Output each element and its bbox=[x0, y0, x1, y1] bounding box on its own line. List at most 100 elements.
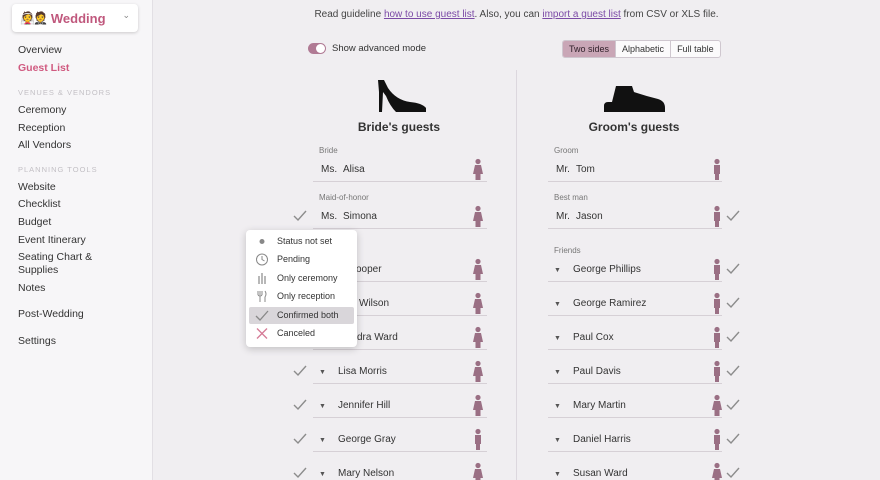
sidebar-item-website[interactable]: Website bbox=[18, 181, 56, 193]
guest-name[interactable]: dra Ward bbox=[357, 332, 398, 343]
sidebar-item-settings[interactable]: Settings bbox=[18, 335, 56, 347]
view-full-table[interactable]: Full table bbox=[670, 41, 720, 57]
triangle-down-icon[interactable]: ▼ bbox=[554, 403, 561, 410]
female-person-icon[interactable] bbox=[471, 292, 485, 316]
female-person-icon[interactable] bbox=[710, 462, 724, 480]
female-person-icon[interactable] bbox=[471, 394, 485, 418]
title-prefix[interactable]: Ms. bbox=[321, 211, 337, 222]
male-person-icon[interactable] bbox=[710, 360, 724, 384]
advanced-mode-toggle[interactable]: Show advanced mode bbox=[308, 43, 426, 54]
sidebar-item-post-wedding[interactable]: Post-Wedding bbox=[18, 308, 84, 320]
guest-name[interactable]: Paul Cox bbox=[573, 332, 614, 343]
triangle-down-icon[interactable]: ▼ bbox=[554, 335, 561, 342]
guest-name[interactable]: Paul Davis bbox=[573, 366, 621, 377]
confirmed-check-icon[interactable] bbox=[726, 331, 740, 343]
guest-row[interactable]: ▼ George Gray bbox=[313, 428, 487, 452]
canceled-option[interactable]: Canceled bbox=[249, 325, 354, 342]
confirmed-check-icon[interactable] bbox=[726, 399, 740, 411]
confirmed-check-icon[interactable] bbox=[293, 433, 307, 445]
sidebar-item-all-vendors[interactable]: All Vendors bbox=[18, 139, 71, 151]
female-person-icon[interactable] bbox=[471, 258, 485, 282]
guest-name[interactable]: Jason bbox=[576, 211, 603, 222]
guest-name[interactable]: Lisa Morris bbox=[338, 366, 387, 377]
confirmed-check-icon[interactable] bbox=[726, 467, 740, 479]
confirmed-check-icon[interactable] bbox=[293, 210, 307, 222]
guest-name[interactable]: Alisa bbox=[343, 164, 365, 175]
guest-row[interactable]: ▼ Jennifer Hill bbox=[313, 394, 487, 418]
guest-row[interactable]: ▼ Lisa Morris bbox=[313, 360, 487, 384]
guideline-link[interactable]: how to use guest list bbox=[384, 9, 475, 20]
only-ceremony-option[interactable]: Only ceremony bbox=[249, 270, 354, 287]
title-prefix[interactable]: Mr. bbox=[556, 164, 570, 175]
view-two-sides[interactable]: Two sides bbox=[563, 41, 616, 57]
import-guest-list-link[interactable]: import a guest list bbox=[542, 9, 620, 20]
male-person-icon[interactable] bbox=[710, 326, 724, 350]
confirmed-check-icon[interactable] bbox=[726, 297, 740, 309]
female-person-icon[interactable] bbox=[471, 360, 485, 384]
confirmed-both-option[interactable]: Confirmed both bbox=[249, 307, 354, 324]
sidebar-item-event-itinerary[interactable]: Event Itinerary bbox=[18, 234, 86, 246]
sidebar-item-budget[interactable]: Budget bbox=[18, 216, 51, 228]
confirmed-check-icon[interactable] bbox=[293, 399, 307, 411]
female-person-icon[interactable] bbox=[710, 394, 724, 418]
guest-row[interactable]: ▼ George Ramirez bbox=[548, 292, 722, 316]
guest-name[interactable]: Jennifer Hill bbox=[338, 400, 390, 411]
guest-row[interactable]: ▼ Mary Martin bbox=[548, 394, 722, 418]
male-person-icon[interactable] bbox=[710, 292, 724, 316]
guest-name[interactable]: Daniel Harris bbox=[573, 434, 631, 445]
guest-name[interactable]: Mary Nelson bbox=[338, 468, 394, 479]
chevron-down-icon[interactable]: ⌄ bbox=[122, 10, 130, 21]
male-person-icon[interactable] bbox=[710, 158, 724, 182]
female-person-icon[interactable] bbox=[471, 326, 485, 350]
female-person-icon[interactable] bbox=[471, 462, 485, 480]
confirmed-check-icon[interactable] bbox=[726, 433, 740, 445]
guest-row[interactable]: ▼ Mary Nelson bbox=[313, 462, 487, 480]
male-person-icon[interactable] bbox=[710, 428, 724, 452]
maid-of-honor-row[interactable]: Ms. Simona bbox=[313, 205, 487, 229]
triangle-down-icon[interactable]: ▼ bbox=[554, 471, 561, 478]
female-person-icon[interactable] bbox=[471, 158, 485, 182]
toggle-switch[interactable] bbox=[308, 43, 326, 54]
triangle-down-icon[interactable]: ▼ bbox=[554, 301, 561, 308]
triangle-down-icon[interactable]: ▼ bbox=[319, 437, 326, 444]
confirmed-check-icon[interactable] bbox=[293, 365, 307, 377]
triangle-down-icon[interactable]: ▼ bbox=[319, 369, 326, 376]
view-alphabetic[interactable]: Alphabetic bbox=[615, 41, 670, 57]
pending-option[interactable]: Pending bbox=[249, 251, 354, 268]
sidebar-item-checklist[interactable]: Checklist bbox=[18, 198, 61, 210]
guest-row[interactable]: ▼ Susan Ward bbox=[548, 462, 722, 480]
male-person-icon[interactable] bbox=[710, 258, 724, 282]
guest-name[interactable]: Susan Ward bbox=[573, 468, 628, 479]
confirmed-check-icon[interactable] bbox=[726, 365, 740, 377]
title-prefix[interactable]: Ms. bbox=[321, 164, 337, 175]
triangle-down-icon[interactable]: ▼ bbox=[554, 369, 561, 376]
event-selector[interactable]: 👰🤵 Wedding ⌄ bbox=[12, 4, 138, 32]
guest-name[interactable]: Mary Martin bbox=[573, 400, 626, 411]
guest-name[interactable]: Wilson bbox=[359, 298, 389, 309]
confirmed-check-icon[interactable] bbox=[293, 467, 307, 479]
guest-name[interactable]: Tom bbox=[576, 164, 595, 175]
triangle-down-icon[interactable]: ▼ bbox=[319, 471, 326, 478]
guest-row[interactable]: ▼ Paul Davis bbox=[548, 360, 722, 384]
sidebar-item-notes[interactable]: Notes bbox=[18, 282, 45, 294]
guest-name[interactable]: George Ramirez bbox=[573, 298, 646, 309]
triangle-down-icon[interactable]: ▼ bbox=[554, 437, 561, 444]
sidebar-item-reception[interactable]: Reception bbox=[18, 122, 65, 134]
sidebar-item-seating-chart[interactable]: Seating Chart & bbox=[18, 251, 92, 263]
guest-name[interactable]: George Gray bbox=[338, 434, 396, 445]
triangle-down-icon[interactable]: ▼ bbox=[319, 403, 326, 410]
guest-row[interactable]: ▼ George Phillips bbox=[548, 258, 722, 282]
male-person-icon[interactable] bbox=[710, 205, 724, 229]
status-not-set-option[interactable]: Status not set bbox=[249, 233, 354, 250]
best-man-row[interactable]: Mr. Jason bbox=[548, 205, 722, 229]
title-prefix[interactable]: Mr. bbox=[556, 211, 570, 222]
confirmed-check-icon[interactable] bbox=[726, 263, 740, 275]
guest-row[interactable]: ▼ Daniel Harris bbox=[548, 428, 722, 452]
only-reception-option[interactable]: Only reception bbox=[249, 288, 354, 305]
bride-row[interactable]: Ms. Alisa bbox=[313, 158, 487, 182]
guest-name[interactable]: George Phillips bbox=[573, 264, 641, 275]
confirmed-check-icon[interactable] bbox=[726, 210, 740, 222]
groom-row[interactable]: Mr. Tom bbox=[548, 158, 722, 182]
sidebar-item-guest-list[interactable]: Guest List bbox=[18, 62, 69, 74]
triangle-down-icon[interactable]: ▼ bbox=[554, 267, 561, 274]
